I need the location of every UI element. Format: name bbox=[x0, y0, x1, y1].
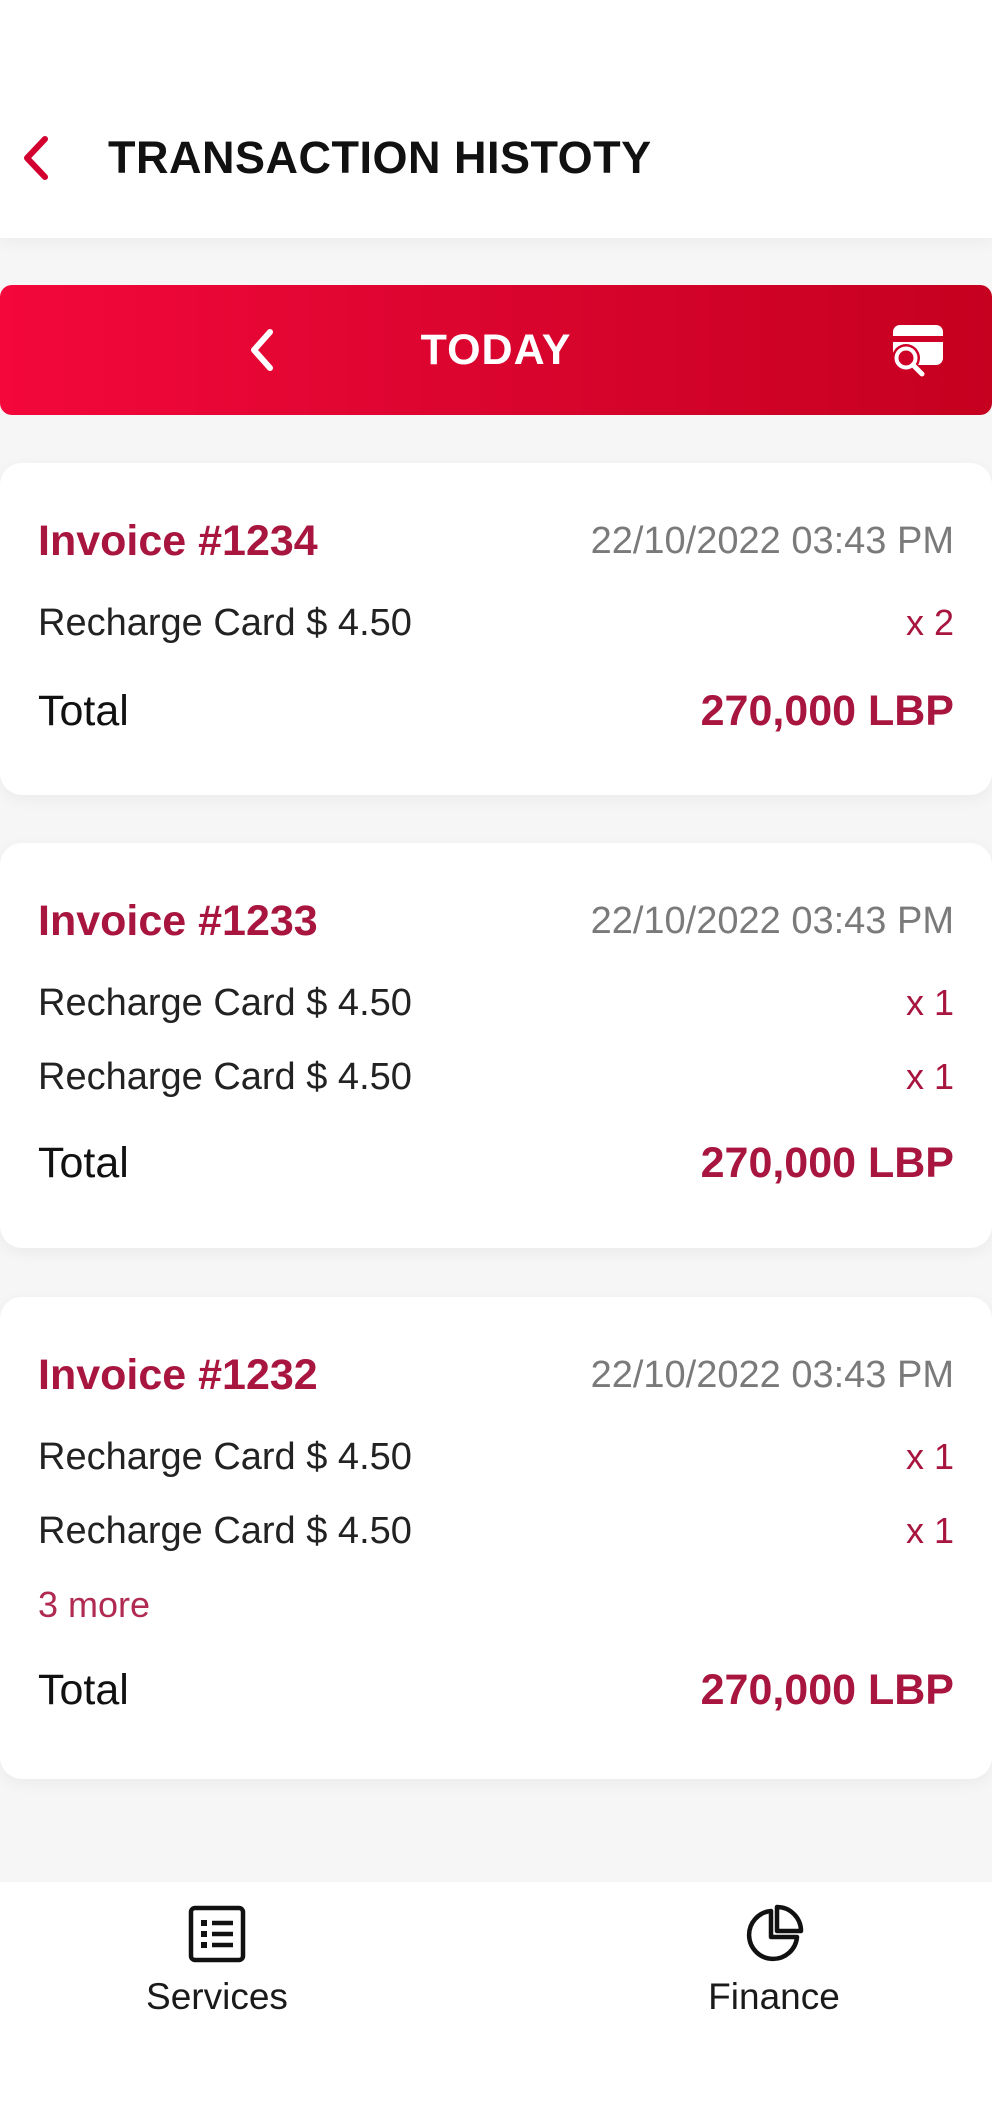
total-label: Total bbox=[38, 686, 129, 735]
invoice-card[interactable]: Invoice #1233 22/10/2022 03:43 PM Rechar… bbox=[0, 843, 992, 1248]
total-value: 270,000 LBP bbox=[700, 1665, 954, 1714]
pie-chart-icon bbox=[742, 1902, 806, 1966]
nav-services-label: Services bbox=[146, 1976, 288, 2017]
item-quantity: x 1 bbox=[905, 1436, 954, 1477]
date-label: TODAY bbox=[420, 326, 572, 374]
card-search-button[interactable] bbox=[880, 317, 952, 383]
total-label: Total bbox=[38, 1665, 129, 1714]
total-value: 270,000 LBP bbox=[700, 686, 954, 735]
item-quantity: x 1 bbox=[905, 1510, 954, 1551]
invoice-title: Invoice #1234 bbox=[38, 516, 318, 565]
list-icon bbox=[185, 1902, 249, 1966]
item-quantity: x 1 bbox=[905, 1056, 954, 1097]
invoice-date: 22/10/2022 03:43 PM bbox=[590, 1353, 954, 1396]
nav-finance-label: Finance bbox=[708, 1976, 840, 2017]
invoice-title: Invoice #1233 bbox=[38, 896, 318, 945]
invoice-card[interactable]: Invoice #1232 22/10/2022 03:43 PM Rechar… bbox=[0, 1297, 992, 1779]
item-name: Recharge Card $ 4.50 bbox=[38, 601, 412, 644]
back-button[interactable] bbox=[12, 128, 60, 188]
item-name: Recharge Card $ 4.50 bbox=[38, 1509, 412, 1552]
chevron-left-icon bbox=[251, 329, 273, 371]
more-items-link[interactable]: 3 more bbox=[38, 1584, 150, 1626]
chevron-left-icon bbox=[24, 136, 48, 180]
invoice-card[interactable]: Invoice #1234 22/10/2022 03:43 PM Rechar… bbox=[0, 463, 992, 795]
page-title: TRANSACTION HISTOTY bbox=[108, 132, 652, 183]
invoice-date: 22/10/2022 03:43 PM bbox=[590, 899, 954, 942]
item-name: Recharge Card $ 4.50 bbox=[38, 981, 412, 1024]
app-screen: TRANSACTION HISTOTY TODAY Invoice #1234 … bbox=[0, 0, 992, 2124]
bottom-nav: Services Finance bbox=[0, 1882, 992, 2124]
item-name: Recharge Card $ 4.50 bbox=[38, 1055, 412, 1098]
item-quantity: x 2 bbox=[905, 602, 954, 643]
nav-services[interactable]: Services bbox=[97, 1902, 337, 2042]
total-label: Total bbox=[38, 1138, 129, 1187]
item-quantity: x 1 bbox=[905, 982, 954, 1023]
item-name: Recharge Card $ 4.50 bbox=[38, 1435, 412, 1478]
card-search-icon bbox=[892, 325, 943, 377]
nav-finance[interactable]: Finance bbox=[654, 1902, 894, 2042]
invoice-title: Invoice #1232 bbox=[38, 1350, 318, 1399]
invoice-date: 22/10/2022 03:43 PM bbox=[590, 519, 954, 562]
date-bar: TODAY bbox=[0, 285, 992, 415]
previous-date-button[interactable] bbox=[232, 315, 292, 385]
header: TRANSACTION HISTOTY bbox=[0, 0, 992, 238]
total-value: 270,000 LBP bbox=[700, 1138, 954, 1187]
